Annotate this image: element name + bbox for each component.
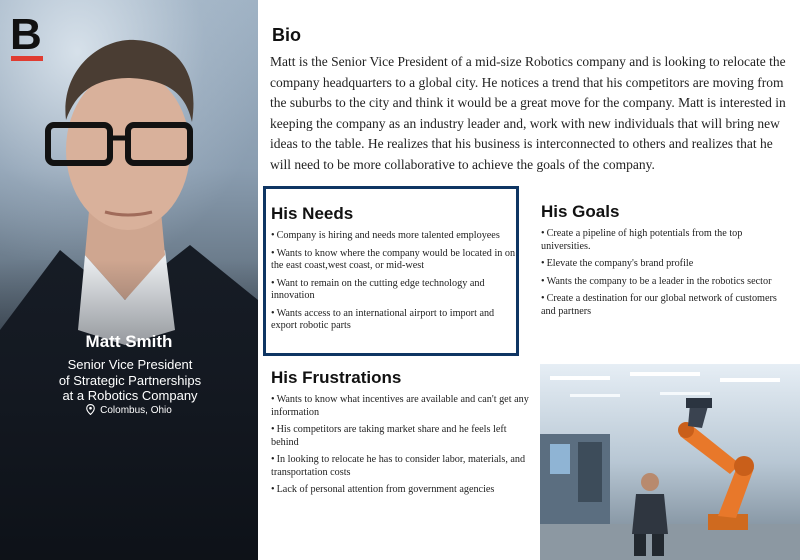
- goals-heading: His Goals: [541, 202, 620, 221]
- needs-list: • Company is hiring and needs more talent…: [271, 230, 517, 338]
- frustrations-heading: His Frustrations: [271, 368, 402, 387]
- list-item-text: Create a pipeline of high potentials fro…: [541, 228, 743, 252]
- frustrations-list: • Wants to know what incentives are avail…: [271, 394, 531, 502]
- needs-heading: His Needs: [271, 204, 354, 223]
- list-item-text: Company is hiring and needs more talente…: [276, 230, 500, 241]
- bio-heading: Bio: [272, 25, 301, 45]
- list-item: • Want to remain on the cutting edge tech…: [271, 277, 485, 302]
- robot-factory-photo: [540, 364, 800, 560]
- list-item-text: Want to remain on the cutting edge techn…: [271, 277, 485, 302]
- list-item-text: Elevate the company's brand profile: [546, 258, 694, 269]
- list-item: • Create a destination for our global net…: [541, 293, 777, 317]
- list-item-text: Lack of personal attention from governme…: [276, 484, 495, 495]
- list-item-text: Wants to know what incentives are availa…: [271, 394, 529, 418]
- goals-list: • Create a pipeline of high potentials fr…: [541, 228, 787, 323]
- list-item: • Elevate the company's brand profile: [541, 258, 694, 269]
- list-item-text: Wants to know where the company would be…: [271, 247, 516, 272]
- list-item-text: Wants access to an international airport…: [271, 307, 495, 332]
- list-item: • Company is hiring and needs more talent…: [271, 230, 500, 241]
- list-item-text: Wants the company to be a leader in the …: [546, 275, 772, 287]
- person-title-line: of Strategic Partnerships: [58, 372, 202, 388]
- list-item: • Create a pipeline of high potentials fr…: [541, 228, 743, 252]
- map-pin-icon: [86, 404, 95, 415]
- logo-underline: [11, 56, 43, 61]
- list-item-text: Create a destination for our global netw…: [541, 293, 777, 317]
- location-text: Colombus, Ohio: [100, 405, 172, 416]
- profile-panel: [0, 0, 258, 560]
- company-logo: B: [10, 10, 44, 62]
- person-title-line: at a Robotics Company: [62, 388, 198, 403]
- list-item: • His competitors are taking market share…: [271, 424, 507, 448]
- person-title: Senior Vice President of Strategic Partn…: [30, 357, 230, 404]
- list-item: • Wants to know what incentives are avail…: [271, 394, 529, 418]
- person-name: Matt Smith: [85, 332, 173, 351]
- list-item: • Wants the company to be a leader in the…: [541, 275, 772, 287]
- list-item-text: His competitors are taking market share …: [271, 424, 507, 448]
- logo-letter: B: [10, 10, 42, 59]
- list-item-text: In looking to relocate he has to conside…: [271, 454, 526, 478]
- list-item: • Wants access to an international airpor…: [271, 307, 495, 332]
- person-location: Colombus, Ohio: [0, 404, 258, 416]
- bio-text: Matt is the Senior Vice President of a m…: [270, 54, 786, 172]
- list-item: • Lack of personal attention from governm…: [271, 484, 495, 495]
- person-title-line: Senior Vice President: [67, 357, 193, 372]
- list-item: • Wants to know where the company would b…: [271, 247, 516, 272]
- list-item: • In looking to relocate he has to consid…: [271, 454, 526, 478]
